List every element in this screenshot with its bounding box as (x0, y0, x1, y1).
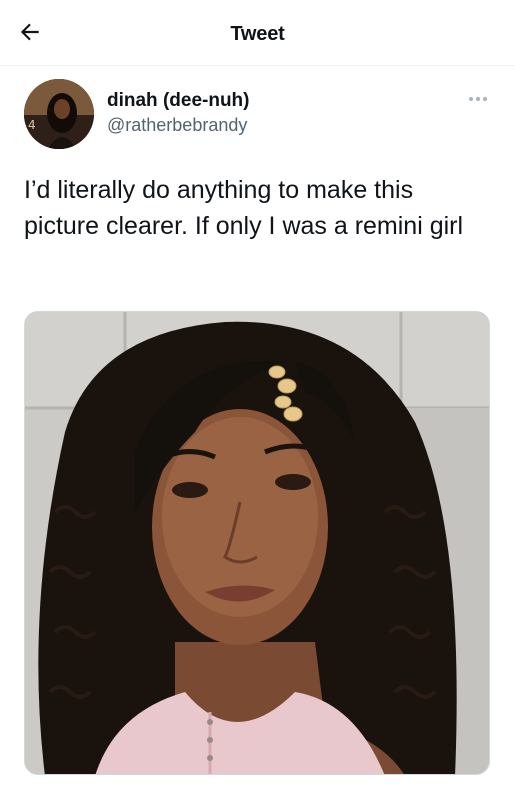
svg-text:4: 4 (28, 118, 36, 132)
top-bar: Tweet (0, 0, 515, 66)
page-title: Tweet (230, 23, 285, 45)
tweet-author[interactable]: dinah (dee-nuh) @ratherbebrandy (107, 90, 249, 137)
author-name[interactable]: dinah (dee-nuh) (107, 90, 249, 112)
avatar[interactable]: 4 (24, 79, 94, 149)
tweet-photo[interactable] (24, 311, 490, 775)
more-horizontal-icon (467, 89, 489, 107)
more-options-button[interactable] (464, 88, 492, 108)
tweet-text: I’d literally do anything to make this p… (24, 176, 464, 240)
author-handle[interactable]: @ratherbebrandy (107, 113, 249, 137)
